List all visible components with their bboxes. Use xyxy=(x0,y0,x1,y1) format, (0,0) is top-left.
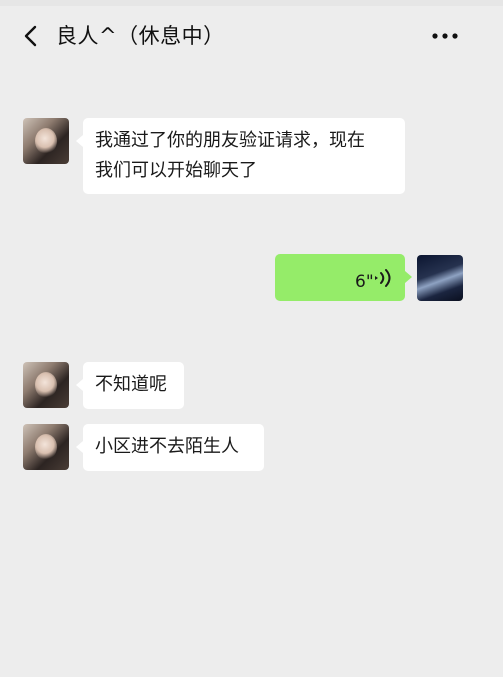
bubble-tail xyxy=(76,441,83,453)
message-bubble[interactable]: 不知道呢 xyxy=(83,362,184,409)
chevron-left-icon xyxy=(24,25,37,47)
contact-avatar[interactable] xyxy=(23,424,69,470)
message-text-line: 我们可以开始聊天了 xyxy=(95,160,257,181)
chat-screen: 良人^（休息中） 我通过了你的朋友验证请求，现在 我们可以开始聊天了 6" 不知… xyxy=(0,0,503,677)
message-text: 不知道呢 xyxy=(95,374,167,395)
my-avatar[interactable] xyxy=(417,255,463,301)
message-text-line: 我通过了你的朋友验证请求，现在 xyxy=(95,130,365,151)
message-bubble[interactable]: 我通过了你的朋友验证请求，现在 我们可以开始聊天了 xyxy=(83,118,405,194)
message-row-incoming: 小区进不去陌生人 xyxy=(0,424,503,474)
message-bubble[interactable]: 小区进不去陌生人 xyxy=(83,424,264,471)
more-button[interactable] xyxy=(428,26,462,46)
bubble-tail xyxy=(76,379,83,391)
contact-avatar[interactable] xyxy=(23,362,69,408)
message-text: 小区进不去陌生人 xyxy=(95,436,239,457)
voice-wave-icon xyxy=(375,269,391,287)
voice-duration: 6" xyxy=(355,272,374,292)
more-horizontal-icon xyxy=(432,33,458,39)
contact-avatar[interactable] xyxy=(23,118,69,164)
voice-message-bubble[interactable]: 6" xyxy=(275,254,405,301)
message-row-incoming: 我通过了你的朋友验证请求，现在 我们可以开始聊天了 xyxy=(0,118,503,198)
message-list[interactable]: 我通过了你的朋友验证请求，现在 我们可以开始聊天了 6" 不知道呢 小区进不去陌… xyxy=(0,66,503,677)
message-row-outgoing: 6" xyxy=(0,254,503,304)
bubble-tail xyxy=(76,135,83,147)
chat-header: 良人^（休息中） xyxy=(0,6,503,66)
bubble-tail xyxy=(405,271,412,283)
chat-title: 良人^（休息中） xyxy=(56,24,225,48)
back-button[interactable] xyxy=(20,22,46,50)
message-row-incoming: 不知道呢 xyxy=(0,362,503,412)
